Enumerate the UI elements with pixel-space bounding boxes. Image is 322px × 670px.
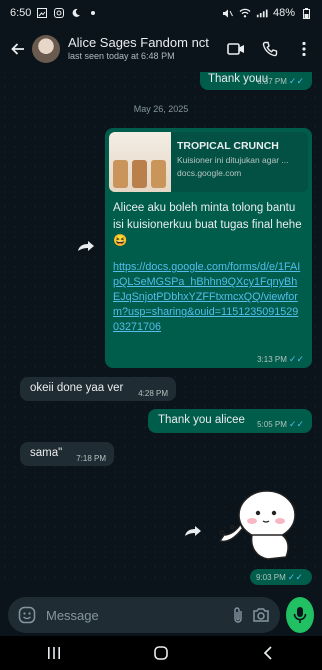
sticker-timestamp: 9:03 PM ✓✓ (250, 569, 312, 585)
battery-level: 48% (272, 7, 295, 19)
message-time: 5:05 PM (257, 420, 287, 429)
message-time: 7:18 PM (76, 454, 106, 463)
message-time: 3:13 PM (257, 355, 287, 364)
back-nav-icon[interactable] (256, 641, 280, 665)
sticker[interactable] (212, 487, 302, 562)
instagram-notification-icon (53, 7, 65, 19)
forward-icon[interactable] (183, 523, 203, 539)
message-list[interactable]: Thank youu 6:37 PM ✓✓ May 26, 2025 TROPIC… (0, 72, 322, 585)
read-receipt-icon: ✓✓ (287, 572, 303, 582)
read-receipt-icon: ✓✓ (288, 354, 304, 364)
forward-icon[interactable] (76, 238, 96, 254)
contact-name: Alice Sages Fandom nct (68, 35, 209, 51)
form-link[interactable]: https://docs.google.com/forms/d/e/1FAIpQ… (109, 250, 308, 336)
emoji-sticker-icon[interactable] (18, 606, 36, 624)
message-text: Alicee aku boleh minta tolong bantu isi … (113, 202, 302, 248)
gallery-notification-icon (36, 7, 48, 19)
message-text: okeii done yaa ver (30, 382, 124, 394)
chat-header: Alice Sages Fandom nct last seen today a… (0, 26, 322, 72)
dot-icon (87, 7, 99, 19)
message-text: sama" (30, 447, 63, 459)
message-incoming[interactable]: sama" 7:18 PM (20, 442, 114, 466)
microphone-icon (293, 606, 307, 624)
link-preview-host: docs.google.com (177, 168, 242, 178)
contact-avatar[interactable] (32, 35, 60, 63)
voice-message-button[interactable] (286, 597, 314, 633)
system-navigation-bar (0, 636, 322, 670)
message-outgoing-link[interactable]: TROPICAL CRUNCH Kuisioner ini ditujukan … (105, 128, 312, 368)
message-field[interactable] (8, 597, 280, 633)
link-preview-thumbnail (109, 132, 171, 192)
date-separator: May 26, 2025 (133, 104, 189, 114)
back-arrow-icon[interactable] (8, 39, 28, 59)
message-text: Thank you alicee (158, 414, 245, 426)
last-seen: last seen today at 6:48 PM (68, 51, 175, 62)
recent-apps-icon[interactable] (42, 641, 66, 665)
attach-icon[interactable] (232, 606, 244, 624)
mute-icon (222, 7, 234, 19)
video-call-icon[interactable] (226, 39, 246, 59)
message-outgoing[interactable]: Thank you alicee 5:05 PM ✓✓ (148, 409, 312, 433)
voice-call-icon[interactable] (260, 39, 280, 59)
status-time: 6:50 (10, 7, 32, 19)
chat-screen: 6:50 48% Alice Sages Fandom nct last see… (0, 0, 322, 670)
read-receipt-icon: ✓✓ (288, 419, 304, 429)
battery-icon (300, 7, 312, 19)
composer (0, 594, 322, 636)
signal-icon (256, 7, 268, 19)
message-time: 9:03 PM (256, 573, 286, 582)
link-preview-description: Kuisioner ini ditujukan agar ... (177, 155, 289, 165)
more-options-icon[interactable] (294, 39, 314, 59)
message-time: 6:37 PM (257, 77, 287, 86)
status-bar: 6:50 48% (0, 0, 322, 26)
read-receipt-icon: ✓✓ (288, 76, 304, 86)
link-preview[interactable]: TROPICAL CRUNCH Kuisioner ini ditujukan … (109, 132, 308, 192)
link-preview-title: TROPICAL CRUNCH (177, 140, 279, 152)
message-incoming[interactable]: okeii done yaa ver 4:28 PM (20, 377, 176, 401)
message-time: 4:28 PM (138, 389, 168, 398)
camera-icon[interactable] (252, 607, 270, 623)
home-icon[interactable] (149, 641, 173, 665)
wifi-icon (239, 7, 251, 19)
message-outgoing[interactable]: Thank youu 6:37 PM ✓✓ (200, 72, 312, 90)
moon-icon (70, 7, 82, 19)
message-input[interactable] (44, 606, 224, 624)
contact-info[interactable]: Alice Sages Fandom nct last seen today a… (68, 35, 226, 62)
